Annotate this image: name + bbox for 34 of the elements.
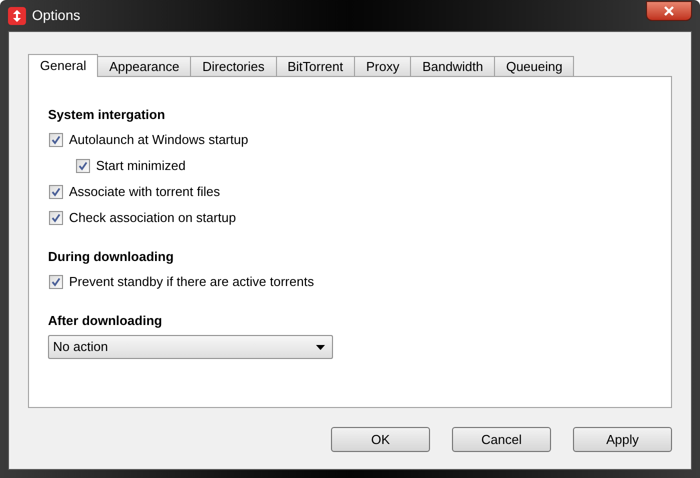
checkbox[interactable] [49,275,63,289]
tab[interactable]: Queueing [494,56,574,76]
checkbox[interactable] [49,133,63,147]
dropdown[interactable]: No action [48,335,333,359]
checkbox-label: Associate with torrent files [69,183,220,202]
checkmark-icon [78,161,88,171]
tab[interactable]: Appearance [97,56,192,76]
close-icon [664,6,674,16]
checkbox-label: Start minimized [96,157,186,176]
tab[interactable]: General [28,54,98,77]
dropdown-arrow-icon [316,344,325,350]
tab[interactable]: Bandwidth [410,56,496,76]
dialog-button[interactable]: Cancel [452,427,551,452]
section-heading: During downloading [48,248,175,265]
checkbox[interactable] [49,211,63,225]
tab[interactable]: BitTorrent [276,56,356,76]
section-heading: After downloading [48,312,164,329]
checkbox[interactable] [76,159,90,173]
dialog-button[interactable]: Apply [573,427,672,452]
checkbox-label: Autolaunch at Windows startup [69,131,248,150]
checkmark-icon [51,213,61,223]
checkbox-label: Prevent standby if there are active torrents [69,273,314,292]
checkmark-icon [51,135,61,145]
close-button[interactable] [646,0,692,20]
checkbox-label: Check association on startup [69,209,236,228]
checkmark-icon [51,277,61,287]
dialog-button[interactable]: OK [331,427,430,452]
tab[interactable]: Proxy [354,56,412,76]
checkmark-icon [51,187,61,197]
section-heading: System intergation [48,106,166,123]
window-title: Options [32,6,80,25]
tab[interactable]: Directories [190,56,276,76]
app-logo-icon [8,6,26,24]
checkbox[interactable] [49,185,63,199]
